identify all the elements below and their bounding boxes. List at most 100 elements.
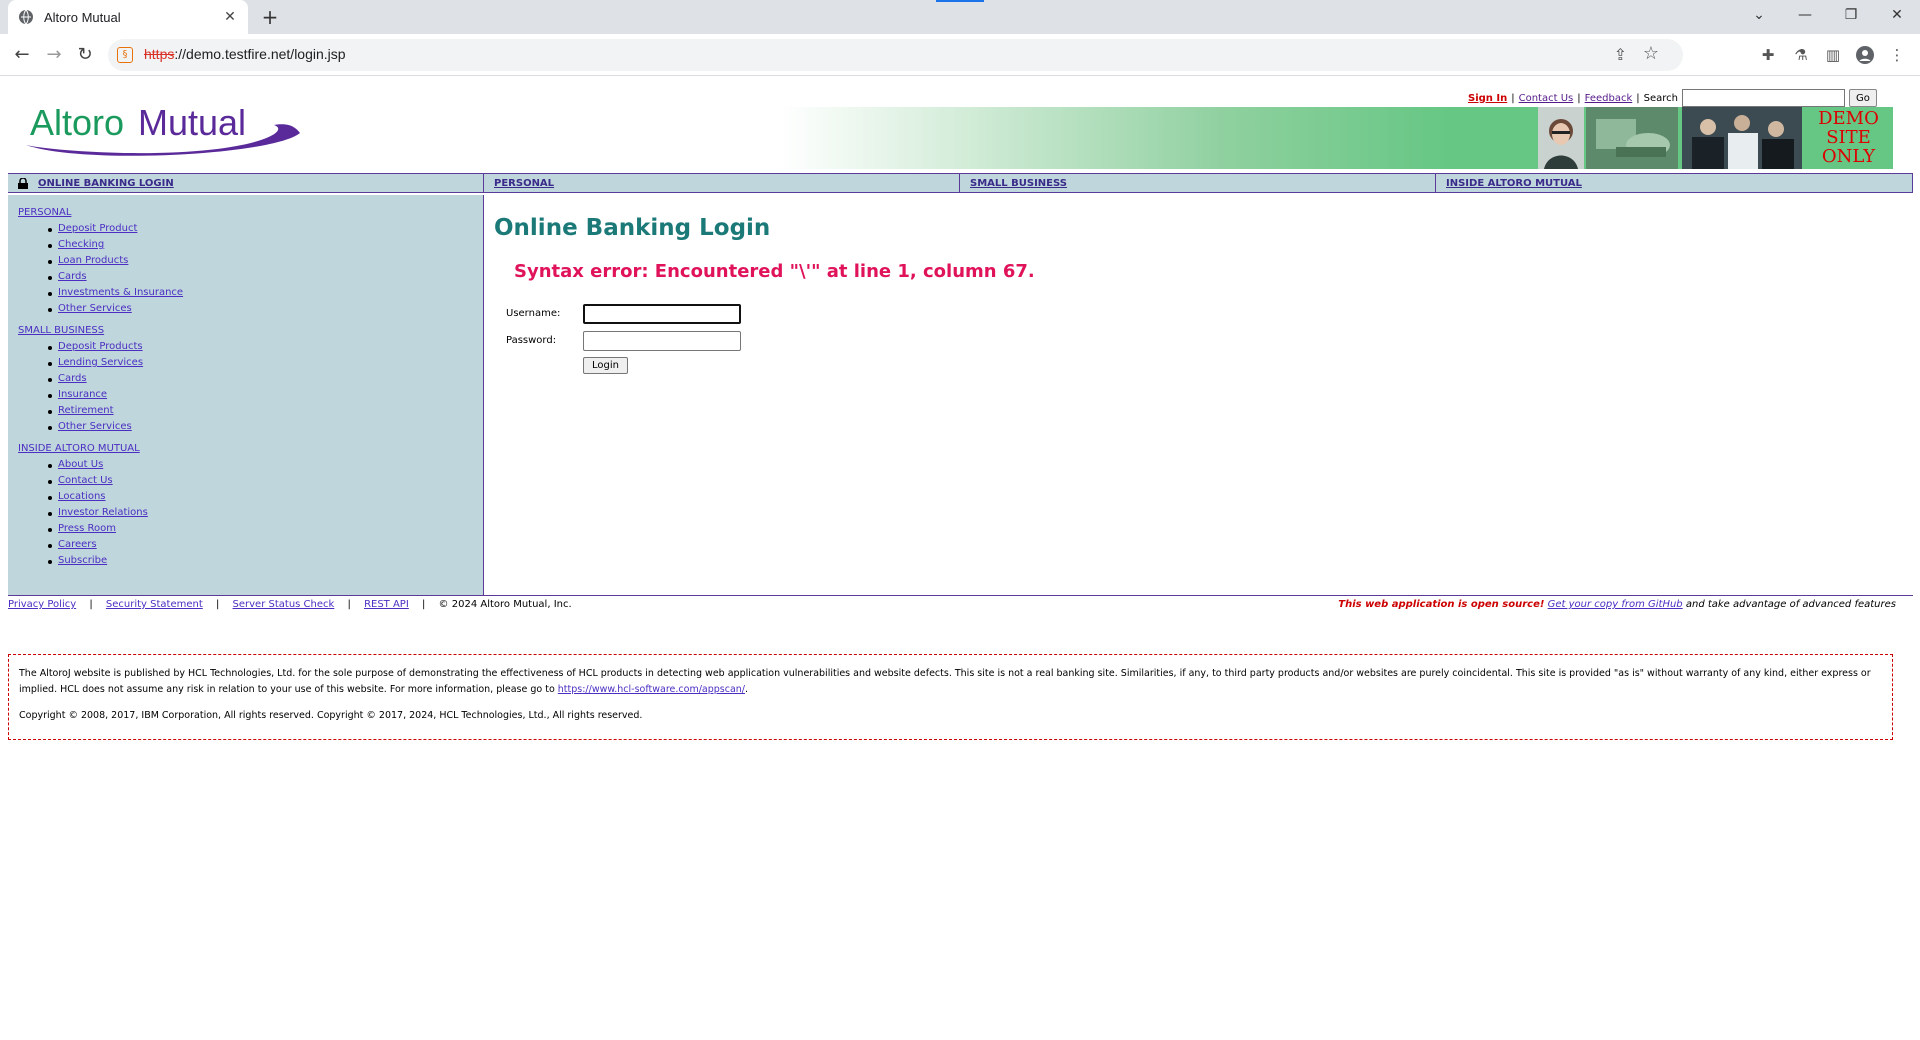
sidebar-item-lending-services[interactable]: Lending Services xyxy=(58,357,143,368)
profile-avatar-icon[interactable] xyxy=(1853,43,1877,67)
reload-icon[interactable]: ↻ xyxy=(73,43,97,67)
tab-label[interactable]: ONLINE BANKING LOGIN xyxy=(38,178,174,189)
rest-api-link[interactable]: REST API xyxy=(364,599,409,610)
sidebar-item-careers[interactable]: Careers xyxy=(58,539,97,550)
security-statement-link[interactable]: Security Statement xyxy=(106,599,203,610)
sidebar-item-investor-relations[interactable]: Investor Relations xyxy=(58,507,148,518)
open-source-note: This web application is open source! Get… xyxy=(1338,599,1896,610)
separator: | xyxy=(1511,92,1515,104)
header-banner: DEMO SITE ONLY xyxy=(780,107,1893,169)
list-item: Loan Products xyxy=(48,253,483,269)
extensions-icon[interactable]: ✚ xyxy=(1756,43,1780,67)
sidebar-item-about-us[interactable]: About Us xyxy=(58,459,103,470)
tab-label[interactable]: SMALL BUSINESS xyxy=(970,178,1067,189)
back-icon[interactable]: ← xyxy=(10,43,34,67)
password-row: Password: xyxy=(506,327,1894,354)
share-icon[interactable]: ⇪ xyxy=(1614,45,1627,64)
list-item: Locations xyxy=(48,489,483,505)
server-status-link[interactable]: Server Status Check xyxy=(233,599,335,610)
sign-in-link[interactable]: Sign In xyxy=(1468,93,1507,104)
browser-tab-bar: Altoro Mutual ✕ + ⌄ — ❐ ✕ xyxy=(0,0,1920,34)
tab-label[interactable]: INSIDE ALTORO MUTUAL xyxy=(1446,178,1582,189)
logo-text-1: Altoro xyxy=(30,102,124,143)
address-bar[interactable]: § https://demo.testfire.net/login.jsp ⇪ … xyxy=(108,39,1683,71)
side-panel-icon[interactable]: ▥ xyxy=(1821,43,1845,67)
username-input[interactable] xyxy=(583,303,741,324)
contact-us-link[interactable]: Contact Us xyxy=(1519,93,1574,104)
list-item: Other Services xyxy=(48,419,483,435)
list-item: Careers xyxy=(48,537,483,553)
sidebar-list-inside-altoro: About Us Contact Us Locations Investor R… xyxy=(48,457,483,569)
sidebar-item-insurance[interactable]: Insurance xyxy=(58,389,107,400)
sidebar-item-locations[interactable]: Locations xyxy=(58,491,106,502)
sidebar-item-cards[interactable]: Cards xyxy=(58,271,87,282)
disclaimer-copyright: Copyright © 2008, 2017, IBM Corporation,… xyxy=(19,710,643,721)
main-nav-tabs: ONLINE BANKING LOGIN PERSONAL SMALL BUSI… xyxy=(8,173,1913,193)
sidebar-item-checking[interactable]: Checking xyxy=(58,239,104,250)
search-label: Search xyxy=(1643,92,1678,104)
restore-button[interactable]: ❐ xyxy=(1828,0,1874,30)
sidebar-section-personal[interactable]: PERSONAL xyxy=(18,207,483,218)
list-item: Press Room xyxy=(48,521,483,537)
sidebar-item-deposit-products[interactable]: Deposit Products xyxy=(58,341,143,352)
list-item: Other Services xyxy=(48,301,483,317)
sidebar-item-loan-products[interactable]: Loan Products xyxy=(58,255,128,266)
banner-photo-meeting xyxy=(1682,107,1802,169)
tab-small-business[interactable]: SMALL BUSINESS xyxy=(960,174,1436,192)
forward-icon[interactable]: → xyxy=(42,43,66,67)
sidebar-item-deposit-product[interactable]: Deposit Product xyxy=(58,223,137,234)
footer: Privacy Policy | Security Statement | Se… xyxy=(8,599,1896,610)
list-item: Contact Us xyxy=(48,473,483,489)
tab-close-icon[interactable]: ✕ xyxy=(222,9,238,25)
privacy-policy-link[interactable]: Privacy Policy xyxy=(8,599,76,610)
sidebar-item-press-room[interactable]: Press Room xyxy=(58,523,116,534)
banner-photo-woman xyxy=(1538,107,1584,169)
minimize-button[interactable]: — xyxy=(1782,0,1828,30)
password-input[interactable] xyxy=(583,330,741,351)
sidebar-item-cards[interactable]: Cards xyxy=(58,373,87,384)
open-source-text: This web application is open source! xyxy=(1338,599,1545,610)
tab-online-banking-login[interactable]: ONLINE BANKING LOGIN xyxy=(8,174,484,192)
error-message: Syntax error: Encountered "\'" at line 1… xyxy=(514,261,1035,282)
search-input[interactable] xyxy=(1681,89,1845,107)
tab-label[interactable]: PERSONAL xyxy=(494,178,554,189)
tab-search-icon[interactable]: ⌄ xyxy=(1736,0,1782,30)
separator: | xyxy=(1636,92,1640,104)
login-button[interactable]: Login xyxy=(583,357,628,374)
tab-inside-altoro-mutual[interactable]: INSIDE ALTORO MUTUAL xyxy=(1436,174,1913,192)
sidebar-item-retirement[interactable]: Retirement xyxy=(58,405,114,416)
altoro-mutual-logo[interactable]: Altoro Mutual xyxy=(24,95,306,167)
new-tab-button[interactable]: + xyxy=(258,5,282,29)
demo-site-only-label: DEMO SITE ONLY xyxy=(1818,108,1879,167)
footer-copyright: © 2024 Altoro Mutual, Inc. xyxy=(438,599,572,610)
page-title: Online Banking Login xyxy=(494,215,771,241)
sidebar-item-other-services[interactable]: Other Services xyxy=(58,303,132,314)
github-link[interactable]: Get your copy from GitHub xyxy=(1548,599,1683,610)
separator: | xyxy=(1577,92,1581,104)
list-item: Retirement xyxy=(48,403,483,419)
sidebar-item-subscribe[interactable]: Subscribe xyxy=(58,555,107,566)
list-item: Insurance xyxy=(48,387,483,403)
url-text[interactable]: https://demo.testfire.net/login.jsp xyxy=(144,46,346,62)
list-item: Deposit Products xyxy=(48,339,483,355)
sidebar-item-contact-us[interactable]: Contact Us xyxy=(58,475,113,486)
not-secure-icon[interactable]: § xyxy=(117,47,133,63)
password-label: Password: xyxy=(506,335,557,346)
hcl-appscan-link[interactable]: https://www.hcl-software.com/appscan/ xyxy=(558,684,745,695)
sidebar-item-other-services[interactable]: Other Services xyxy=(58,421,132,432)
sidebar-section-small-business[interactable]: SMALL BUSINESS xyxy=(18,325,483,336)
menu-kebab-icon[interactable]: ⋮ xyxy=(1885,43,1909,67)
labs-icon[interactable]: ⚗ xyxy=(1789,43,1813,67)
sidebar-section-inside-altoro[interactable]: INSIDE ALTORO MUTUAL xyxy=(18,443,483,454)
feedback-link[interactable]: Feedback xyxy=(1585,93,1633,104)
username-label: Username: xyxy=(506,308,561,319)
browser-tab[interactable]: Altoro Mutual ✕ xyxy=(8,0,248,34)
bookmark-star-icon[interactable]: ☆ xyxy=(1643,43,1659,64)
close-window-button[interactable]: ✕ xyxy=(1874,0,1920,30)
browser-toolbar: ← → ↻ § https://demo.testfire.net/login.… xyxy=(0,34,1920,76)
go-button[interactable]: Go xyxy=(1848,89,1877,107)
list-item: About Us xyxy=(48,457,483,473)
sidebar-item-investments-insurance[interactable]: Investments & Insurance xyxy=(58,287,183,298)
tab-personal[interactable]: PERSONAL xyxy=(484,174,960,192)
list-item: Deposit Product xyxy=(48,221,483,237)
